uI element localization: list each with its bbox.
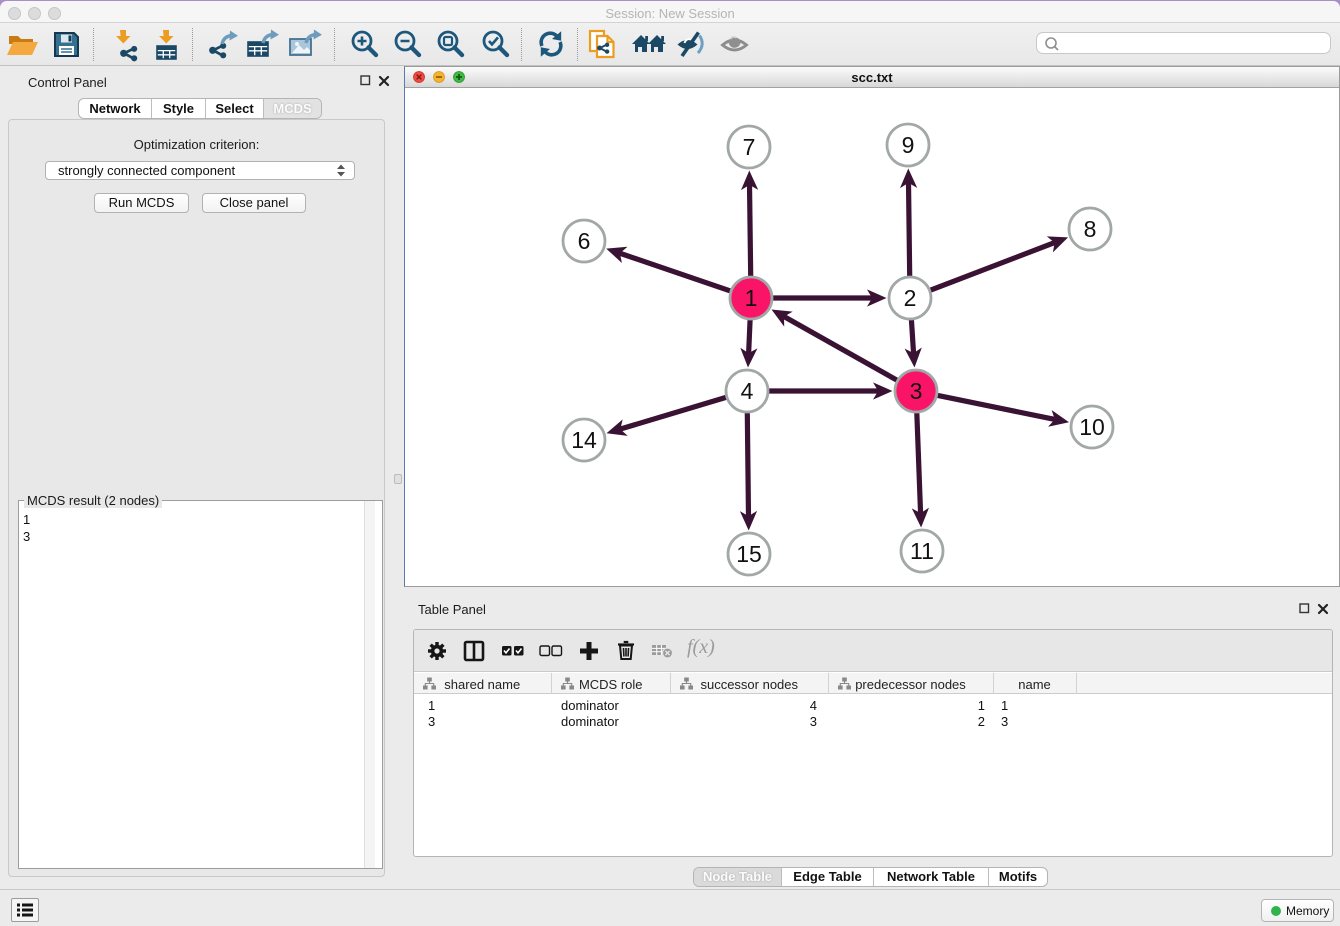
svg-text:11: 11: [910, 538, 934, 564]
svg-text:3: 3: [910, 378, 923, 404]
svg-text:9: 9: [902, 132, 915, 158]
svg-text:10: 10: [1079, 414, 1105, 440]
svg-text:14: 14: [571, 427, 597, 453]
svg-text:1: 1: [745, 285, 758, 311]
svg-text:7: 7: [743, 134, 756, 160]
svg-text:6: 6: [578, 228, 591, 254]
svg-text:4: 4: [741, 378, 754, 404]
svg-text:15: 15: [736, 541, 762, 567]
svg-text:2: 2: [904, 285, 917, 311]
svg-text:8: 8: [1084, 216, 1097, 242]
